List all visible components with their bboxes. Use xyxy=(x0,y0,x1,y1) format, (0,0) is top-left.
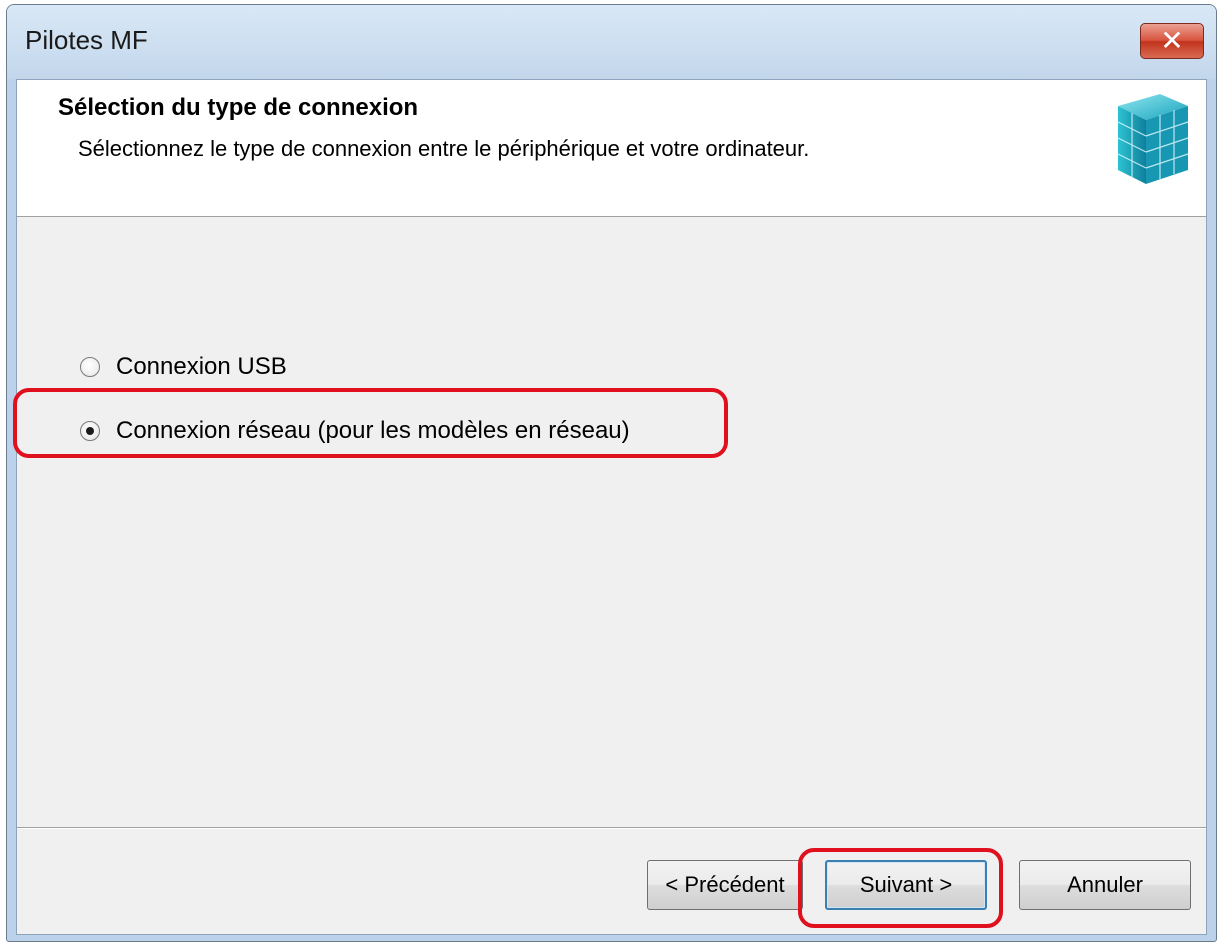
radio-network-connection[interactable]: Connexion réseau (pour les modèles en ré… xyxy=(80,417,630,445)
installer-window: Pilotes MF ✕ Sélection du type de connex… xyxy=(6,4,1217,942)
close-button[interactable]: ✕ xyxy=(1140,23,1204,59)
next-button[interactable]: Suivant > xyxy=(825,860,987,910)
page-subtitle: Sélectionnez le type de connexion entre … xyxy=(78,136,810,161)
window-title: Pilotes MF xyxy=(25,25,148,55)
radio-label-network: Connexion réseau (pour les modèles en ré… xyxy=(116,417,630,444)
radio-usb-connection[interactable]: Connexion USB xyxy=(80,353,287,381)
printer-cube-icon xyxy=(1117,94,1189,184)
close-icon: ✕ xyxy=(1160,24,1184,57)
dialog-body: Sélection du type de connexion Sélection… xyxy=(16,79,1207,935)
radio-label-usb: Connexion USB xyxy=(116,353,287,380)
title-bar[interactable]: Pilotes MF ✕ xyxy=(7,5,1216,79)
radio-button[interactable] xyxy=(80,357,100,377)
wizard-header: Sélection du type de connexion Sélection… xyxy=(17,80,1206,217)
cancel-button[interactable]: Annuler xyxy=(1019,860,1191,910)
back-button[interactable]: < Précédent xyxy=(647,860,803,910)
radio-button[interactable] xyxy=(80,421,100,441)
button-separator xyxy=(17,827,1206,829)
page-title: Sélection du type de connexion xyxy=(58,94,419,121)
